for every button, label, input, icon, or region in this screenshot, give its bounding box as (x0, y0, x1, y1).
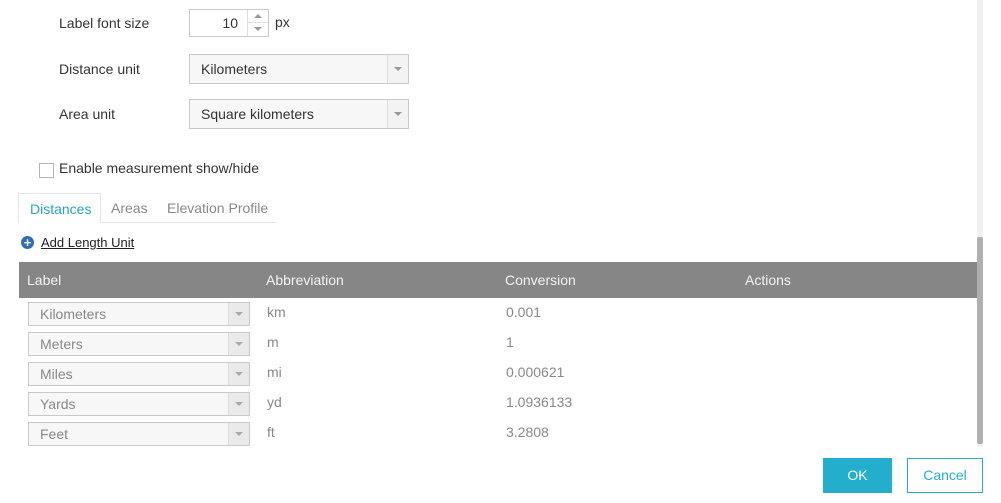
unit-label-value: Yards (40, 396, 76, 412)
chevron-down-icon (254, 27, 262, 31)
conversion-cell[interactable]: 1 (506, 334, 514, 350)
enable-measurement-checkbox[interactable] (39, 163, 54, 178)
table-row: Miles mi 0.000621 (19, 358, 977, 389)
conversion-cell[interactable]: 3.2808 (506, 424, 549, 440)
chevron-down-icon (235, 432, 243, 436)
enable-measurement-label: Enable measurement show/hide (59, 160, 260, 176)
tab-areas[interactable]: Areas (101, 193, 157, 223)
table-row: Feet ft 3.2808 (19, 418, 977, 448)
tab-label: Elevation Profile (167, 200, 269, 216)
column-header-conversion: Conversion (505, 272, 576, 288)
stepper-buttons (247, 10, 268, 36)
chevron-down-icon (394, 112, 402, 116)
unit-label-select[interactable]: Miles (28, 362, 250, 386)
tab-distances[interactable]: Distances (18, 193, 101, 223)
area-unit-value: Square kilometers (201, 106, 314, 122)
tab-elevation-profile[interactable]: Elevation Profile (157, 193, 277, 223)
dropdown-button[interactable] (228, 393, 249, 415)
unit-label-value: Kilometers (40, 306, 107, 322)
table-header: Label Abbreviation Conversion Actions (19, 262, 977, 298)
chevron-down-icon (235, 402, 243, 406)
distance-unit-label: Distance unit (59, 61, 140, 77)
column-header-label: Label (27, 272, 62, 288)
unit-label-value: Miles (40, 366, 73, 382)
font-size-unit: px (275, 14, 290, 30)
dropdown-button[interactable] (228, 333, 249, 355)
unit-label-value: Meters (40, 336, 83, 352)
chevron-down-icon (235, 372, 243, 376)
label-font-size-stepper[interactable]: 10 (189, 9, 269, 37)
unit-label-value: Feet (40, 426, 69, 442)
unit-label-select[interactable]: Feet (28, 422, 250, 446)
plus-circle-icon[interactable]: + (21, 236, 34, 249)
unit-label-select[interactable]: Yards (28, 392, 250, 416)
chevron-down-icon (394, 67, 402, 71)
dropdown-button[interactable] (228, 303, 249, 325)
unit-label-select[interactable]: Meters (28, 332, 250, 356)
tab-label: Areas (111, 200, 148, 216)
table-row: Kilometers km 0.001 (19, 298, 977, 329)
dropdown-button[interactable] (387, 100, 408, 128)
tab-label: Distances (30, 201, 92, 217)
chevron-up-icon (254, 14, 262, 18)
area-unit-label: Area unit (59, 106, 116, 122)
distance-unit-value: Kilometers (201, 61, 268, 77)
table-row: Meters m 1 (19, 328, 977, 359)
distance-unit-select[interactable]: Kilometers (189, 54, 409, 84)
add-length-unit-link[interactable]: Add Length Unit (41, 235, 134, 250)
area-unit-select[interactable]: Square kilometers (189, 99, 409, 129)
column-header-abbreviation: Abbreviation (266, 272, 344, 288)
abbreviation-cell[interactable]: km (267, 304, 286, 320)
chevron-down-icon (235, 312, 243, 316)
label-font-size-value[interactable]: 10 (222, 15, 238, 31)
unit-label-select[interactable]: Kilometers (28, 302, 250, 326)
column-header-actions: Actions (745, 272, 791, 288)
chevron-down-icon (235, 342, 243, 346)
cancel-button[interactable]: Cancel (907, 458, 983, 493)
abbreviation-cell[interactable]: m (267, 334, 279, 350)
conversion-cell[interactable]: 0.001 (506, 304, 541, 320)
conversion-cell[interactable]: 0.000621 (506, 364, 564, 380)
table-row: Yards yd 1.0936133 (19, 388, 977, 419)
label-font-size-label: Label font size (59, 15, 150, 31)
decrement-button[interactable] (248, 23, 268, 36)
abbreviation-cell[interactable]: mi (267, 364, 282, 380)
scrollbar-thumb[interactable] (977, 237, 983, 444)
conversion-cell[interactable]: 1.0936133 (506, 394, 572, 410)
dropdown-button[interactable] (228, 363, 249, 385)
dropdown-button[interactable] (387, 55, 408, 83)
ok-button[interactable]: OK (823, 458, 892, 493)
dropdown-button[interactable] (228, 423, 249, 445)
abbreviation-cell[interactable]: ft (267, 424, 275, 440)
abbreviation-cell[interactable]: yd (267, 394, 282, 410)
increment-button[interactable] (248, 10, 268, 23)
